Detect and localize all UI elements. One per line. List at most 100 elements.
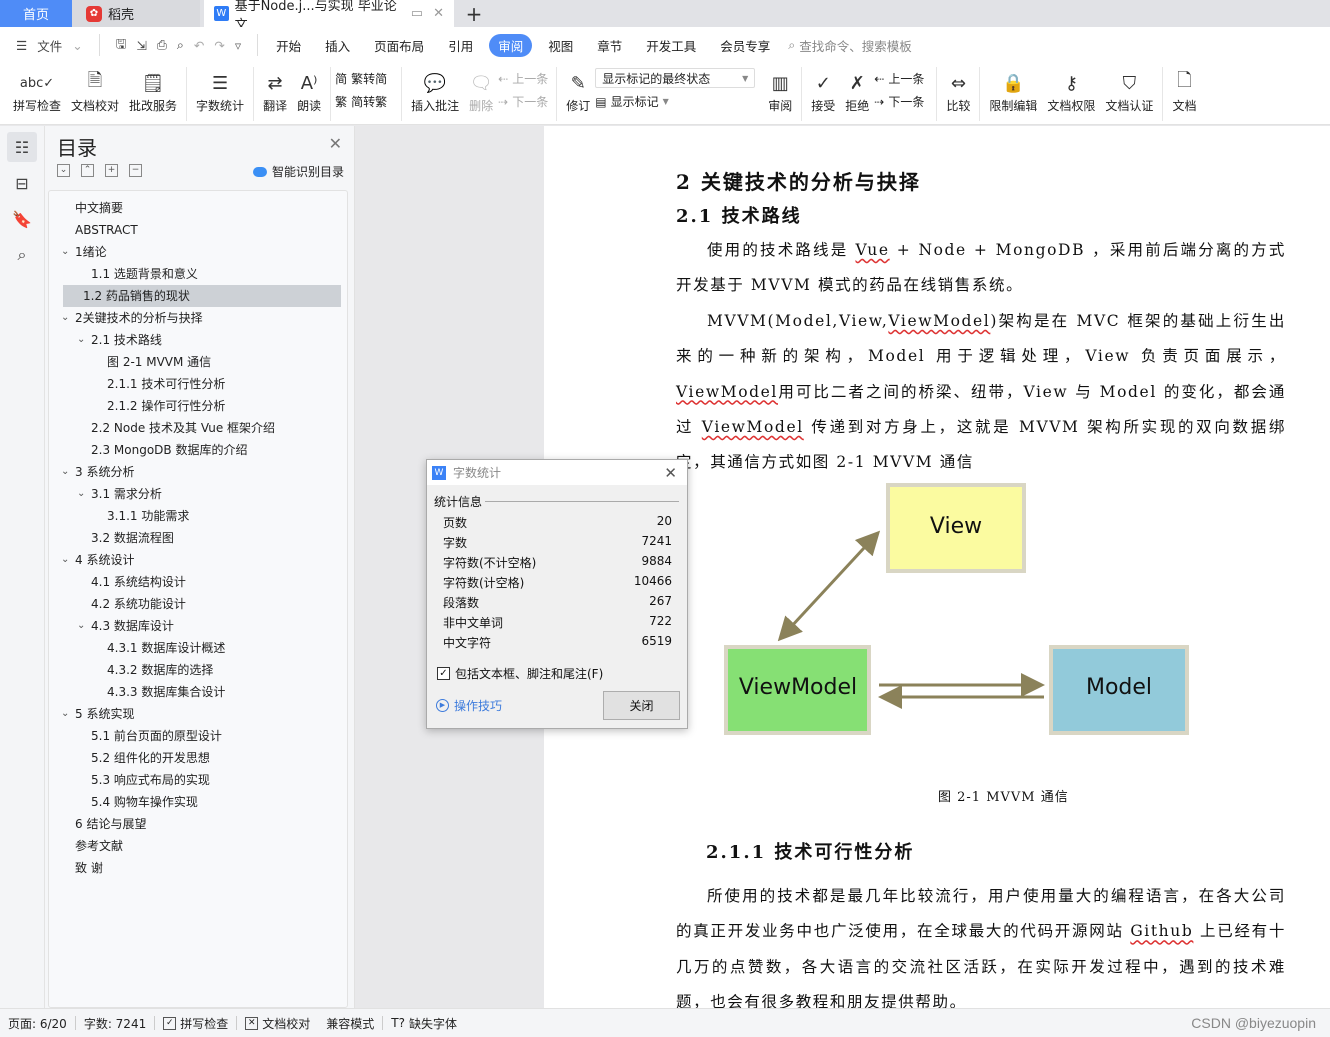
toc-item[interactable]: 4.3.1 数据库设计概述 [57,637,341,659]
doc-certify-button[interactable]: ⛉ 文档认证 [1100,63,1158,123]
search-icon[interactable]: ⌕ [7,240,37,270]
toc-item[interactable]: 1.2 药品销售的现状 [63,285,341,307]
markup-state-select[interactable]: 显示标记的最终状态 ▼ [595,68,756,88]
toc-item[interactable]: ⌄ 3.1 需求分析 [57,483,341,505]
spell-check-status[interactable]: ✓ 拼写检查 [155,1015,236,1032]
toc-item[interactable]: 4.3.2 数据库的选择 [57,659,341,681]
word-count-indicator[interactable]: 字数: 7241 [76,1015,154,1032]
chevron-down-icon[interactable]: ⌄ [77,329,85,351]
chevron-down-icon[interactable]: ⌄ [61,461,69,483]
tab-daoke[interactable]: ✿ 稻壳 [72,0,200,27]
file-menu[interactable]: 文件 [37,36,62,55]
toc-item[interactable]: 中文摘要 [57,197,341,219]
menu-view[interactable]: 视图 [536,36,585,55]
tab-home[interactable]: 首页 [0,0,72,27]
trad-to-simp-button[interactable]: 简繁转简 [335,70,387,87]
chevron-down-icon[interactable]: ⌄ [72,38,82,53]
toc-item[interactable]: 5.3 响应式布局的实现 [57,769,341,791]
toc-item[interactable]: 参考文献 [57,835,341,857]
chevron-down-icon[interactable]: ⌄ [77,615,85,637]
toc-item[interactable]: ABSTRACT [57,219,341,241]
customize-icon[interactable]: ▿ [235,38,241,53]
tab-document[interactable]: W 基于Node.j...与实现 毕业论文 ▭ ✕ [204,0,454,33]
navigation-icon[interactable]: ⊟ [7,168,37,198]
menu-review[interactable]: 审阅 [489,33,533,57]
translate-button[interactable]: ⇄ 翻译 [258,63,292,123]
toc-item[interactable]: 6 结论与展望 [57,813,341,835]
next-comment-button[interactable]: ⇢ 下一条 [498,93,548,110]
read-aloud-button[interactable]: A⁾ 朗读 [292,63,326,123]
menu-section[interactable]: 章节 [585,36,634,55]
chevron-down-icon[interactable]: ⌄ [61,703,69,725]
toc-item[interactable]: 1.1 选题背景和意义 [57,263,341,285]
toc-item[interactable]: ⌄ 2.1 技术路线 [57,329,341,351]
close-icon[interactable]: ✕ [329,134,342,153]
toc-item[interactable]: ⌄ 1绪论 [57,241,341,263]
restrict-edit-button[interactable]: 🔒 限制编辑 [984,63,1042,123]
menu-developer[interactable]: 开发工具 [634,36,708,55]
chevron-down-icon[interactable]: ⌄ [77,483,85,505]
tips-link[interactable]: ▶ 操作技巧 [436,697,502,714]
bookmark-icon[interactable]: 🔖 [7,204,37,234]
prev-comment-button[interactable]: ⇠ 上一条 [498,70,548,87]
minus-icon[interactable]: − [129,164,142,177]
chevron-down-icon[interactable]: ⌄ [61,241,69,263]
command-search[interactable]: ⌕ 查找命令、搜索模板 [788,36,912,55]
toc-item[interactable]: ⌄ 4.3 数据库设计 [57,615,341,637]
reject-button[interactable]: ✗ 拒绝 [840,63,874,123]
menu-start[interactable]: 开始 [264,36,313,55]
toc-item[interactable]: 5.4 购物车操作实现 [57,791,341,813]
page-indicator[interactable]: 页面: 6/20 [0,1015,75,1032]
toc-item[interactable]: 2.1.2 操作可行性分析 [57,395,341,417]
tab-close-icon[interactable]: ✕ [433,6,444,21]
revise-button[interactable]: ✎ 修订 [561,63,595,123]
toc-item[interactable]: 2.2 Node 技术及其 Vue 框架介绍 [57,417,341,439]
dialog-titlebar[interactable]: W 字数统计 ✕ [427,460,687,485]
toc-item[interactable]: ⌄ 5 系统实现 [57,703,341,725]
toc-item[interactable]: 2.1.1 技术可行性分析 [57,373,341,395]
doc-proof-status[interactable]: ✕ 文档校对 [237,1015,318,1032]
include-textbox-checkbox[interactable]: ✓ 包括文本框、脚注和尾注(F) [437,665,603,682]
new-tab-button[interactable]: + [454,0,494,27]
print-preview-icon[interactable]: ⌕ [177,37,184,53]
tab-screen-icon[interactable]: ▭ [411,6,423,21]
doc-proof-button[interactable]: 🗎 文档校对 [66,63,124,123]
correction-service-button[interactable]: 🗒 批改服务 [124,63,182,123]
toc-item[interactable]: ⌄ 4 系统设计 [57,549,341,571]
toc-item[interactable]: ⌄ 2关键技术的分析与抉择 [57,307,341,329]
spell-check-button[interactable]: abc✓ 拼写检查 [8,63,66,123]
toc-item[interactable]: ⌄ 3 系统分析 [57,461,341,483]
simp-to-trad-button[interactable]: 繁简转繁 [335,93,387,110]
show-markup-button[interactable]: ▤ 显示标记 ▼ [595,93,755,110]
chevron-down-icon[interactable]: ⌄ [61,549,69,571]
toc-item[interactable]: 致 谢 [57,857,341,879]
hamburger-icon[interactable]: ☰ [16,38,27,53]
accept-button[interactable]: ✓ 接受 [806,63,840,123]
export-icon[interactable]: ⇲ [136,38,146,53]
menu-member[interactable]: 会员专享 [708,36,782,55]
prev-change-button[interactable]: ⇠ 上一条 [874,70,924,87]
word-count-button[interactable]: ☰ 字数统计 [191,63,249,123]
chevron-down-icon[interactable]: ⌄ [61,307,69,329]
undo-icon[interactable]: ↶ [194,38,204,53]
plus-icon[interactable]: + [105,164,118,177]
toc-item[interactable]: 3.2 数据流程图 [57,527,341,549]
next-change-button[interactable]: ⇢ 下一条 [874,93,924,110]
toc-item[interactable]: 4.3.3 数据库集合设计 [57,681,341,703]
toc-item[interactable]: 图 2-1 MVVM 通信 [57,351,341,373]
toc-item[interactable]: 5.2 组件化的开发思想 [57,747,341,769]
toc-item[interactable]: 2.3 MongoDB 数据库的介绍 [57,439,341,461]
collapse-icon[interactable]: ⌃ [81,164,94,177]
toc-item[interactable]: 3.1.1 功能需求 [57,505,341,527]
menu-references[interactable]: 引用 [436,36,485,55]
insert-comment-button[interactable]: 💬 插入批注 [406,63,464,123]
redo-icon[interactable]: ↷ [214,38,224,53]
compare-button[interactable]: ⇔ 比较 [941,63,975,123]
dialog-close-icon[interactable]: ✕ [664,464,677,482]
save-icon[interactable]: 🖫 [116,35,127,56]
toc-item[interactable]: 5.1 前台页面的原型设计 [57,725,341,747]
missing-font-button[interactable]: T? 缺失字体 [383,1015,465,1032]
smart-toc-button[interactable]: 智能识别目录 [252,163,344,180]
review-pane-button[interactable]: ▥ 审阅 [763,63,797,123]
doc-permission-button[interactable]: ⚷ 文档权限 [1042,63,1100,123]
